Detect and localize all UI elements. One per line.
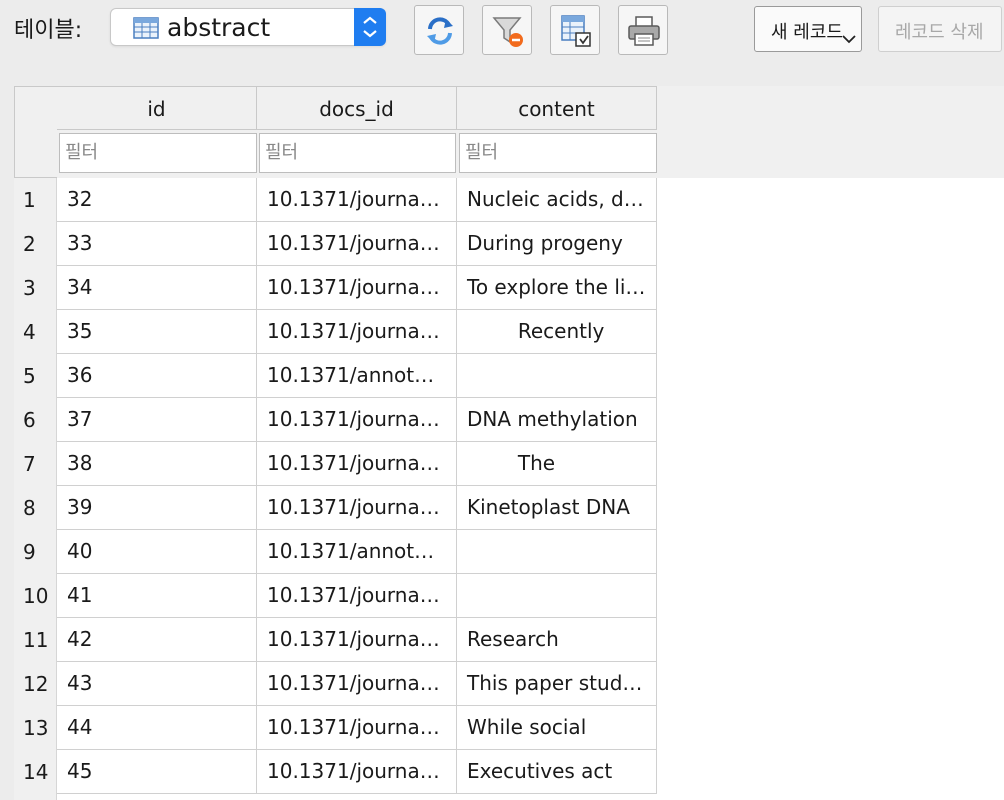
- data-grid: id docs_id content 필터 필터 필터 1 32 10.1371/j…: [14, 86, 1004, 800]
- table-icon: [133, 17, 159, 39]
- cell-docs-id[interactable]: 10.1371/journa…: [257, 662, 457, 706]
- cell-docs-id[interactable]: 10.1371/annot…: [257, 354, 457, 398]
- table-select[interactable]: abstract: [110, 8, 386, 46]
- cell-content[interactable]: This paper studi…: [457, 662, 657, 706]
- row-number[interactable]: 11: [14, 618, 57, 662]
- cell-content[interactable]: While social: [457, 706, 657, 750]
- new-record-button[interactable]: 새 레코드: [754, 6, 862, 52]
- row-number[interactable]: 13: [14, 706, 57, 750]
- column-header-docs-id[interactable]: docs_id: [257, 86, 457, 130]
- cell-content[interactable]: Kinetoplast DNA: [457, 486, 657, 530]
- table-label: 테이블:: [14, 18, 83, 43]
- refresh-button[interactable]: [414, 5, 464, 55]
- new-record-label: 새 레코드: [771, 22, 843, 43]
- filter-input-docs-id[interactable]: 필터: [259, 133, 456, 173]
- cell-docs-id[interactable]: 10.1371/annot…: [257, 530, 457, 574]
- cell-content[interactable]: DNA methylation: [457, 398, 657, 442]
- cell-id[interactable]: 41: [57, 574, 257, 618]
- cell-content[interactable]: Recently: [457, 310, 657, 354]
- cell-docs-id[interactable]: 10.1371/journa…: [257, 310, 457, 354]
- cell-docs-id[interactable]: 10.1371/journa…: [257, 222, 457, 266]
- delete-record-button[interactable]: 레코드 삭제: [878, 6, 1002, 52]
- row-number[interactable]: 2: [14, 222, 57, 266]
- cell-docs-id[interactable]: 10.1371/journa…: [257, 266, 457, 310]
- cell-content[interactable]: Executives act: [457, 750, 657, 794]
- cell-docs-id[interactable]: 10.1371/journa…: [257, 706, 457, 750]
- row-number[interactable]: 8: [14, 486, 57, 530]
- cell-id[interactable]: 38: [57, 442, 257, 486]
- row-number[interactable]: 4: [14, 310, 57, 354]
- cell-id[interactable]: 36: [57, 354, 257, 398]
- cell-docs-id[interactable]: 10.1371/journa…: [257, 750, 457, 794]
- row-number[interactable]: 5: [14, 354, 57, 398]
- cell-docs-id[interactable]: 10.1371/journa…: [257, 398, 457, 442]
- cell-id[interactable]: 40: [57, 530, 257, 574]
- cell-id[interactable]: 39: [57, 486, 257, 530]
- chevron-updown-icon[interactable]: [354, 8, 386, 46]
- cell-id[interactable]: 45: [57, 750, 257, 794]
- filter-input-id[interactable]: 필터: [59, 133, 257, 173]
- print-button[interactable]: [618, 5, 668, 55]
- cell-id[interactable]: 33: [57, 222, 257, 266]
- row-number[interactable]: 14: [14, 750, 57, 794]
- cell-docs-id[interactable]: 10.1371/journa…: [257, 442, 457, 486]
- cell-id[interactable]: 34: [57, 266, 257, 310]
- cell-id[interactable]: 35: [57, 310, 257, 354]
- cell-id[interactable]: 44: [57, 706, 257, 750]
- row-number[interactable]: 9: [14, 530, 57, 574]
- row-number[interactable]: 1: [14, 178, 57, 222]
- cell-content[interactable]: Research: [457, 618, 657, 662]
- row-number[interactable]: 6: [14, 398, 57, 442]
- refresh-icon: [427, 17, 453, 45]
- cell-content[interactable]: The: [457, 442, 657, 486]
- cell-content[interactable]: [457, 574, 657, 618]
- filter-input-content[interactable]: 필터: [459, 133, 657, 173]
- table-select-value: abstract: [167, 13, 271, 42]
- cell-id[interactable]: 42: [57, 618, 257, 662]
- delete-record-label: 레코드 삭제: [895, 22, 984, 43]
- clear-filters-button[interactable]: [482, 5, 532, 55]
- cell-content[interactable]: [457, 354, 657, 398]
- cell-docs-id[interactable]: 10.1371/journa…: [257, 178, 457, 222]
- cell-id[interactable]: 43: [57, 662, 257, 706]
- cell-id[interactable]: 32: [57, 178, 257, 222]
- cell-docs-id[interactable]: 10.1371/journa…: [257, 574, 457, 618]
- column-header-id[interactable]: id: [57, 86, 257, 130]
- chevron-down-icon: [842, 35, 856, 44]
- cell-docs-id[interactable]: 10.1371/journa…: [257, 486, 457, 530]
- cell-content[interactable]: During progeny: [457, 222, 657, 266]
- cell-docs-id[interactable]: 10.1371/journa…: [257, 618, 457, 662]
- column-header-content[interactable]: content: [457, 86, 657, 130]
- cell-content[interactable]: Nucleic acids, d…: [457, 178, 657, 222]
- cell-content[interactable]: To explore the li…: [457, 266, 657, 310]
- save-table-icon: [561, 15, 591, 47]
- print-icon: [628, 16, 660, 46]
- clear-filters-icon: [492, 17, 523, 47]
- row-number[interactable]: 10: [14, 574, 57, 618]
- grid-corner: [14, 86, 57, 178]
- row-number[interactable]: 12: [14, 662, 57, 706]
- toolbar: 테이블: abstract 새 레코드 레코드 삭제: [0, 0, 1004, 62]
- cell-id[interactable]: 37: [57, 398, 257, 442]
- row-number[interactable]: 3: [14, 266, 57, 310]
- row-number[interactable]: 7: [14, 442, 57, 486]
- save-table-button[interactable]: [550, 5, 600, 55]
- cell-content[interactable]: [457, 530, 657, 574]
